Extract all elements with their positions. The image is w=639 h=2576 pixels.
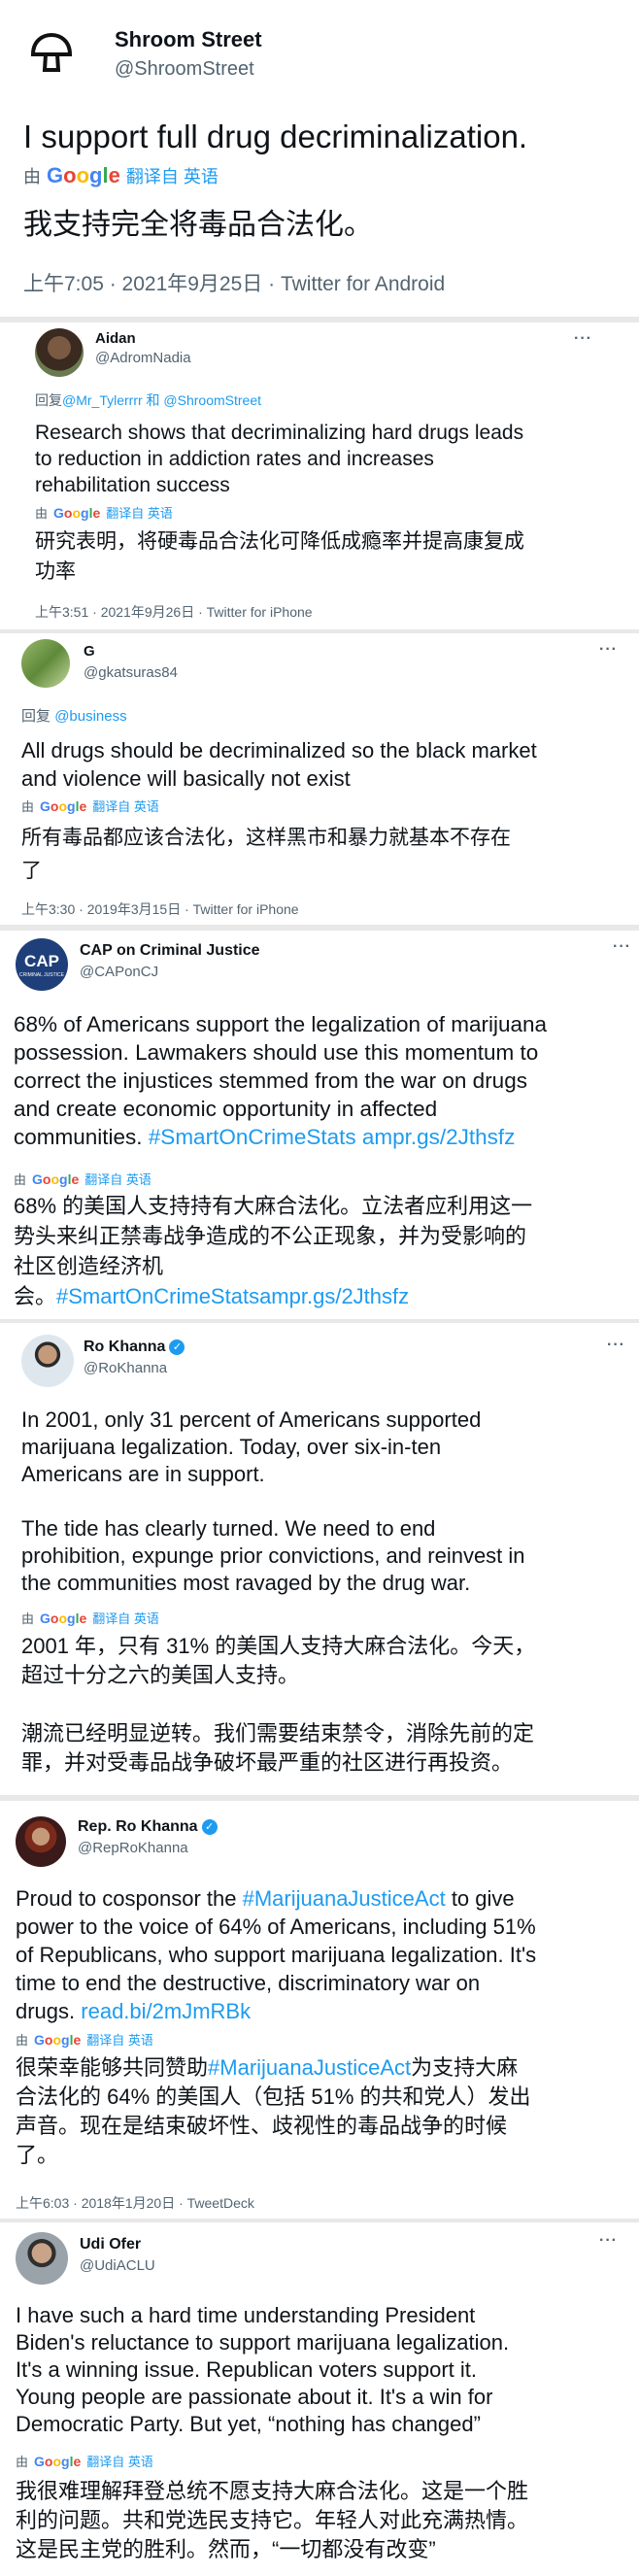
google-logo-icon: Google (53, 504, 101, 521)
screenshot-collage: Shroom Street @ShroomStreet I support fu… (0, 0, 639, 2576)
hashtag-link[interactable]: #SmartOnCrimeStats ampr.gs/2Jthsfz (149, 1125, 516, 1149)
tweet-rep-ro-khanna[interactable]: Rep. Ro Khanna ✓ @RepRoKhanna Proud to co… (0, 1801, 639, 2219)
tweet-text: In 2001, only 31 percent of Americans su… (21, 1407, 525, 1595)
display-name[interactable]: Rep. Ro Khanna ✓ (78, 1818, 218, 1836)
tweet-aidan[interactable]: Aidan @AdromNadia ··· 回复@Mr_Tylerrrr 和 @… (0, 322, 639, 629)
verified-badge-icon: ✓ (201, 1819, 218, 1835)
user-handle[interactable]: @gkatsuras84 (84, 664, 178, 681)
display-name[interactable]: Aidan (95, 330, 136, 347)
google-logo-icon: Google (40, 1610, 87, 1626)
user-handle[interactable]: @CAPonCJ (80, 964, 158, 980)
tweet-g[interactable]: G @gkatsuras84 ··· 回复 @business All drug… (0, 633, 639, 925)
translated-from-link[interactable]: 翻译自 英语 (86, 2030, 153, 2049)
tweet-text: I have such a hard time understanding Pr… (16, 2303, 510, 2436)
more-options-icon[interactable]: ··· (607, 1337, 625, 1354)
avatar[interactable] (21, 1335, 74, 1387)
tweet-ro-khanna[interactable]: Ro Khanna ✓ @RoKhanna ··· In 2001, only 3… (0, 1323, 639, 1795)
reply-mentions[interactable]: @business (54, 708, 126, 725)
user-handle[interactable]: @UdiACLU (80, 2257, 155, 2274)
tweet-text: Proud to cosponsor the #MarijuanaJustice… (16, 1886, 537, 2023)
reply-context: 回复 @business (21, 708, 127, 725)
translated-text: 我很难理解拜登总统不愿支持大麻合法化。这是一个胜 利的问题。共和党选民支持它。年… (16, 2479, 529, 2561)
more-options-icon[interactable]: ··· (599, 641, 618, 659)
display-name[interactable]: Shroom Street (115, 27, 262, 52)
reply-context: 回复@Mr_Tylerrrr 和 @ShroomStreet (35, 392, 262, 408)
mushroom-logo-icon (30, 32, 73, 72)
google-logo-icon: Google (32, 1170, 80, 1187)
tweet-shroom-street[interactable]: Shroom Street @ShroomStreet I support fu… (0, 0, 639, 317)
cap-logo-text: CAP (24, 952, 59, 970)
tweet-text: 68% of Americans support the legalizatio… (14, 1012, 548, 1149)
google-logo-icon: Google (47, 163, 120, 187)
avatar[interactable] (16, 1816, 66, 1867)
user-handle[interactable]: @RepRoKhanna (78, 1840, 188, 1856)
tweet-timestamp[interactable]: 上午3:51 · 2021年9月26日 · Twitter for iPhone (35, 602, 313, 622)
cap-logo-subtext: CRIMINAL JUSTICE (19, 972, 64, 978)
more-options-icon[interactable]: ··· (599, 2232, 618, 2250)
google-logo-icon: Google (34, 2031, 82, 2048)
translated-from-link[interactable]: 翻译自 英语 (92, 1609, 159, 1627)
translated-text: 很荣幸能够共同赞助#MarijuanaJusticeAct为支持大麻 合法化的 … (16, 2055, 531, 2167)
display-name[interactable]: Udi Ofer (80, 2236, 141, 2254)
avatar[interactable] (35, 328, 84, 377)
translated-from-link[interactable]: 翻译自 英语 (92, 797, 159, 815)
user-handle[interactable]: @ShroomStreet (115, 58, 254, 81)
translation-attribution: 由 Google 翻译自 英语 (35, 503, 173, 522)
more-options-icon[interactable]: ··· (574, 330, 592, 348)
hashtag-link[interactable]: #MarijuanaJusticeAct (243, 1886, 446, 1911)
display-name[interactable]: CAP on Criminal Justice (80, 942, 260, 960)
avatar[interactable]: CAP CRIMINAL JUSTICE (16, 938, 68, 991)
tweet-timestamp[interactable]: 上午7:05 · 2021年9月25日 · Twitter for Androi… (23, 268, 445, 297)
translated-text: 68% 的美国人支持持有大麻合法化。立法者应利用这一 势头来纠正禁毒战争造成的不… (14, 1194, 533, 1308)
avatar[interactable] (21, 639, 70, 688)
translated-text: 2001 年，只有 31% 的美国人支持大麻合法化。今天， 超过十分之六的美国人… (21, 1634, 536, 1775)
translated-text: 研究表明，将硬毒品合法化可降低成瘾率并提高康复成 功率 (35, 530, 524, 583)
translated-from-link[interactable]: 翻译自 英语 (126, 163, 219, 188)
translation-attribution: 由 Google 翻译自 英语 (16, 2452, 153, 2470)
translation-attribution: 由 Google 翻译自 英语 (21, 1609, 159, 1627)
tweet-text: All drugs should be decriminalized so th… (21, 738, 537, 791)
translated-text: 我支持完全将毒品合法化。 (23, 209, 373, 241)
url-link[interactable]: read.bi/2mJmRBk (81, 1999, 251, 2023)
user-handle[interactable]: @RoKhanna (84, 1360, 167, 1376)
translation-prefix: 由 (23, 167, 41, 186)
more-options-icon[interactable]: ··· (613, 938, 631, 956)
tweet-timestamp[interactable]: 上午6:03 · 2018年1月20日 · TweetDeck (16, 2193, 254, 2213)
display-name[interactable]: G (84, 643, 95, 660)
translation-attribution: 由 Google 翻译自 英语 (21, 797, 159, 815)
tweet-text: I support full drug decriminalization. (23, 119, 528, 154)
reply-mentions[interactable]: @Mr_Tylerrrr 和 @ShroomStreet (62, 392, 261, 408)
translation-attribution: 由 Google 翻译自 英语 (14, 1169, 151, 1188)
tweet-timestamp[interactable]: 上午3:30 · 2019年3月15日 · Twitter for iPhone (21, 899, 299, 919)
verified-badge-icon: ✓ (169, 1339, 185, 1355)
user-handle[interactable]: @AdromNadia (95, 350, 191, 366)
translated-from-link[interactable]: 翻译自 英语 (106, 503, 173, 522)
translation-attribution: 由 Google 翻译自 英语 (23, 163, 219, 188)
hashtag-link[interactable]: #SmartOnCrimeStatsampr.gs/2Jthsfz (56, 1284, 409, 1308)
display-name[interactable]: Ro Khanna ✓ (84, 1339, 185, 1356)
tweet-udi-ofer[interactable]: Udi Ofer @UdiACLU ··· I have such a hard… (0, 2222, 639, 2576)
translated-from-link[interactable]: 翻译自 英语 (86, 2452, 153, 2470)
tweet-cap-criminal-justice[interactable]: CAP CRIMINAL JUSTICE CAP on Criminal Jus… (0, 931, 639, 1319)
translated-from-link[interactable]: 翻译自 英语 (84, 1169, 151, 1188)
tweet-text: Research shows that decriminalizing hard… (35, 422, 524, 496)
google-logo-icon: Google (34, 2453, 82, 2469)
google-logo-icon: Google (40, 797, 87, 814)
avatar[interactable] (23, 25, 80, 82)
avatar[interactable] (16, 2232, 68, 2285)
translated-text: 所有毒品都应该合法化，这样黑市和暴力就基本不存在 了 (21, 827, 511, 882)
translation-attribution: 由 Google 翻译自 英语 (16, 2030, 153, 2049)
hashtag-link[interactable]: #MarijuanaJusticeAct (208, 2055, 411, 2080)
